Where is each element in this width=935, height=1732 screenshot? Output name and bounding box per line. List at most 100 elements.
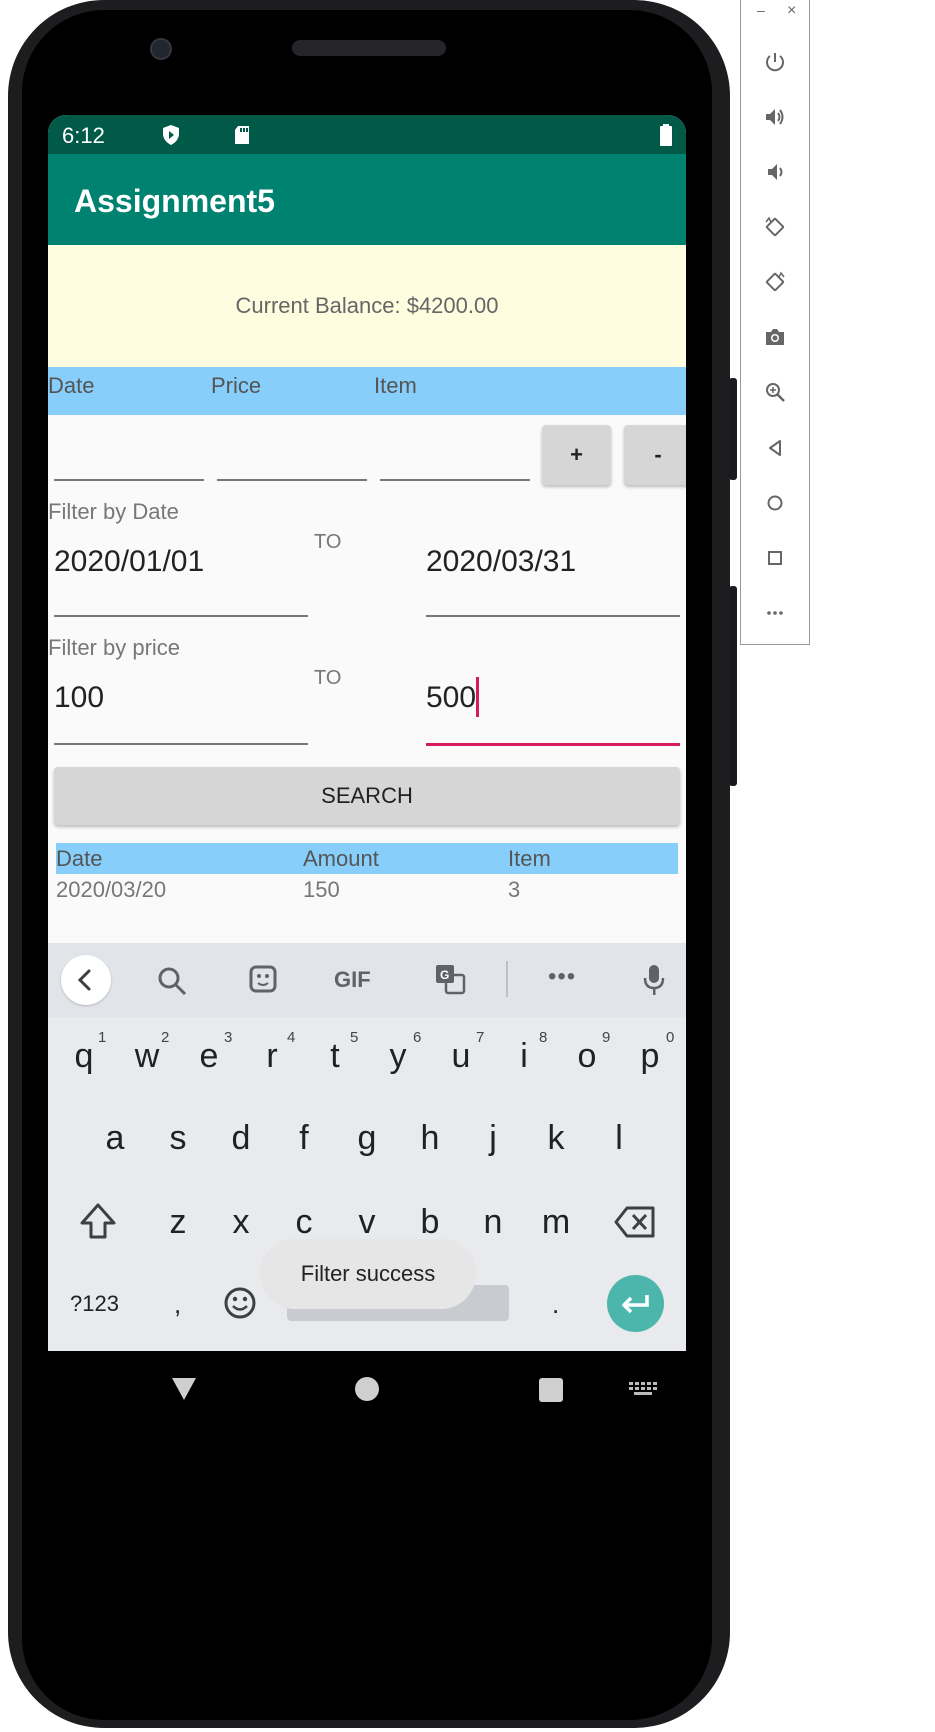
key-w-digit: 2 [161,1029,170,1046]
overview-icon[interactable] [763,546,787,570]
volume-down-icon[interactable] [763,160,787,184]
search-button[interactable]: SEARCH [54,767,680,825]
key-o-digit: 9 [602,1029,611,1046]
shift-icon[interactable] [78,1201,118,1241]
zoom-icon[interactable] [763,380,787,404]
volume-up-icon[interactable] [763,105,787,129]
key-n[interactable]: n [473,1203,513,1242]
key-v[interactable]: v [347,1203,387,1242]
key-t-digit: 5 [350,1029,359,1046]
power-icon[interactable] [763,50,787,74]
keyboard-toolbar: GIF G ••• [48,943,686,1017]
keyboard-switch-icon[interactable] [628,1381,658,1397]
sticker-icon[interactable] [248,964,278,994]
translate-icon[interactable]: G [434,963,466,995]
key-r[interactable]: r [252,1037,292,1076]
key-e[interactable]: e [189,1037,229,1076]
more-icon[interactable] [763,601,787,625]
key-q-digit: 1 [98,1029,107,1046]
nav-back-icon[interactable] [170,1376,198,1402]
search-icon[interactable] [156,965,188,997]
front-camera [150,38,172,60]
date-to-input[interactable] [426,525,680,617]
remove-entry-button[interactable]: - [624,425,686,485]
key-d[interactable]: d [221,1119,261,1158]
emulator-side-panel: – × [740,0,810,645]
earpiece-speaker [292,40,446,56]
status-bar: 6:12 [48,115,686,154]
result-item: 3 [508,877,521,902]
key-o[interactable]: o [567,1037,607,1076]
camera-icon[interactable] [763,325,787,349]
backspace-icon[interactable] [613,1205,657,1239]
key-c[interactable]: c [284,1203,324,1242]
key-p[interactable]: p [630,1037,670,1076]
nav-overview-icon[interactable] [539,1378,563,1402]
date-filter-label: Filter by Date [48,499,179,524]
nav-home-icon[interactable] [355,1377,379,1401]
entry-price-input[interactable] [217,433,367,481]
key-b[interactable]: b [410,1203,450,1242]
back-chevron-icon[interactable] [61,955,111,1005]
key-y[interactable]: y [378,1037,418,1076]
sd-card-icon [235,126,249,144]
key-a[interactable]: a [95,1119,135,1158]
device-screen: 6:12 Assignment5 Current Balance: $4200.… [48,115,686,1351]
key-t[interactable]: t [315,1037,355,1076]
date-to-label: TO [314,531,342,553]
add-entry-button[interactable]: + [542,425,611,485]
key-i[interactable]: i [504,1037,544,1076]
result-date: 2020/03/20 [56,877,167,902]
enter-key[interactable] [607,1275,664,1332]
key-u[interactable]: u [441,1037,481,1076]
comma-key[interactable]: , [174,1289,181,1320]
price-filter-label: Filter by price [48,635,181,660]
close-button[interactable]: × [787,2,796,20]
side-button-power[interactable] [729,378,737,480]
side-button-volume[interactable] [729,586,737,786]
key-l[interactable]: l [599,1119,639,1158]
gif-icon[interactable]: GIF [334,967,371,993]
more-icon[interactable]: ••• [548,963,576,991]
key-e-digit: 3 [224,1029,233,1046]
key-s[interactable]: s [158,1119,198,1158]
app-title: Assignment5 [74,183,275,219]
entry-item-input[interactable] [380,433,530,481]
symbols-key[interactable]: ?123 [70,1291,119,1317]
emoji-icon[interactable] [223,1286,257,1320]
key-j[interactable]: j [473,1119,513,1158]
enter-icon [622,1295,649,1314]
date-from-input[interactable] [54,525,308,617]
key-z[interactable]: z [158,1203,198,1242]
key-r-digit: 4 [287,1029,296,1046]
mic-icon[interactable] [642,963,666,997]
toast-message: Filter success [260,1239,476,1309]
back-icon[interactable] [763,436,787,460]
key-g[interactable]: g [347,1119,387,1158]
balance-panel: Current Balance: $4200.00 [48,245,686,367]
entry-header-date: Date [48,373,95,398]
rotate-right-icon[interactable] [763,270,787,294]
shield-icon [163,125,179,145]
period-key[interactable]: . [552,1289,559,1320]
key-p-digit: 0 [666,1029,675,1046]
rotate-left-icon[interactable] [763,215,787,239]
results-header-amount: Amount [303,846,379,871]
entry-header-item: Item [374,373,417,398]
key-k[interactable]: k [536,1119,576,1158]
key-u-digit: 7 [476,1029,485,1046]
key-m[interactable]: m [536,1203,576,1242]
key-h[interactable]: h [410,1119,450,1158]
result-amount: 150 [303,877,340,902]
entry-date-input[interactable] [54,433,204,481]
results-header-date: Date [56,846,103,871]
key-x[interactable]: x [221,1203,261,1242]
toolbar-divider [506,961,508,997]
price-from-input[interactable] [54,661,308,745]
home-icon[interactable] [763,491,787,515]
price-to-label: TO [314,667,342,689]
key-f[interactable]: f [284,1119,324,1158]
status-time: 6:12 [62,123,105,148]
price-to-input[interactable] [426,661,680,746]
minimize-button[interactable]: – [757,2,765,18]
